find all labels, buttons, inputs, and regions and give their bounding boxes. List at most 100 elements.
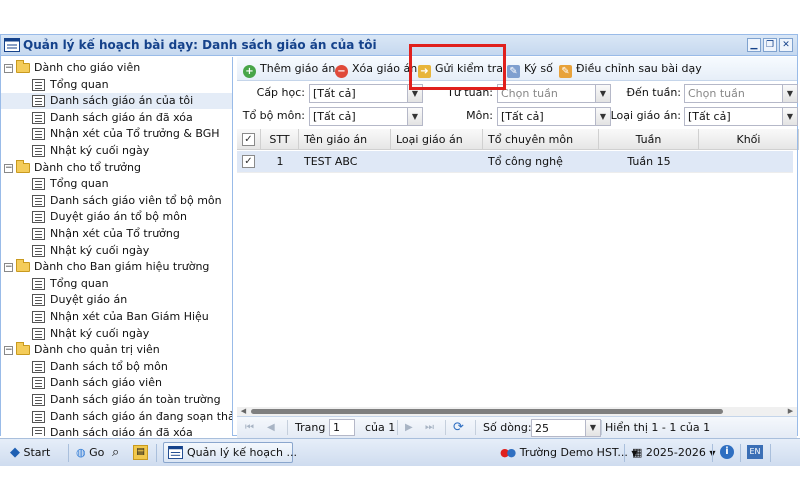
sidebar-item-label: Tổng quan <box>50 177 109 191</box>
language-button[interactable]: EN <box>747 445 763 459</box>
sidebar-item[interactable]: Nhận xét của Tổ trưởng <box>1 226 232 242</box>
page-icon <box>32 95 45 108</box>
sidebar-item[interactable]: Danh sách giáo án đã xóa <box>1 425 232 436</box>
tree-group[interactable]: − Dành cho giáo viên <box>1 60 232 76</box>
chevron-down-icon[interactable]: ▼ <box>595 85 610 102</box>
annotation-highlight-box <box>409 44 506 90</box>
page-icon <box>32 194 45 207</box>
adjust-after-lesson-button[interactable]: ✎ Điều chỉnh sau bài dạy <box>559 61 702 78</box>
col-loai[interactable]: Loại giáo án <box>391 129 483 150</box>
first-page-icon[interactable]: ⏮ <box>245 420 254 436</box>
refresh-icon[interactable]: ⟳ <box>453 420 464 436</box>
collapse-icon[interactable]: − <box>4 346 13 356</box>
scroll-thumb[interactable] <box>251 409 723 414</box>
sidebar-item[interactable]: Danh sách giáo án đang soạn thảo <box>1 409 232 425</box>
last-page-icon[interactable]: ⏭ <box>425 420 434 436</box>
taskbar-window-button[interactable]: Quản lý kế hoạch ... <box>163 442 297 463</box>
collapse-icon[interactable]: − <box>4 64 13 73</box>
sidebar-item-label: Danh sách giáo viên tổ bộ môn <box>50 193 222 207</box>
add-lesson-button[interactable]: + Thêm giáo án <box>243 61 335 78</box>
start-button[interactable]: ◆ Start <box>10 445 50 461</box>
delete-lesson-button[interactable]: − Xóa giáo án <box>335 61 417 78</box>
tree-group[interactable]: − Dành cho tổ trưởng <box>1 159 232 176</box>
col-stt[interactable]: STT <box>261 129 299 150</box>
tree-group[interactable]: − Dành cho quản trị viên <box>1 342 232 358</box>
page-icon <box>32 311 45 323</box>
to-bo-mon-label: Tổ bộ môn: <box>242 109 305 122</box>
page-input[interactable]: 1 <box>329 419 355 436</box>
chevron-down-icon[interactable]: ▼ <box>782 85 797 102</box>
sidebar-item[interactable]: Danh sách giáo viên <box>1 375 232 391</box>
rows-per-page-select[interactable]: 25 ▼ <box>531 419 601 437</box>
cell-tuan: Tuần 15 <box>627 155 671 168</box>
sidebar-item-label: Duyệt giáo án <box>50 293 128 307</box>
den-tuan-select[interactable]: Chọn tuần ▼ <box>684 84 798 103</box>
sidebar-item[interactable]: Nhận xét của Tổ trưởng & BGH <box>1 126 232 142</box>
sidebar-item[interactable]: Danh sách giáo viên tổ bộ môn <box>1 193 232 209</box>
chevron-down-icon[interactable]: ▼ <box>782 108 797 125</box>
select-all-checkbox[interactable]: ✓ <box>242 133 255 146</box>
grid-header: ✓ STT Tên giáo án Loại giáo án Tổ chuyên… <box>237 129 799 150</box>
chevron-down-icon[interactable]: ▼ <box>595 108 610 125</box>
close-icon[interactable]: ✕ <box>779 38 793 52</box>
page-icon <box>32 410 45 423</box>
col-tuan[interactable]: Tuần <box>599 129 699 150</box>
horizontal-scrollbar[interactable]: ◀ ▶ <box>237 407 797 416</box>
sidebar-item[interactable]: Danh sách giáo án đã xóa <box>1 110 232 126</box>
collapse-icon[interactable]: − <box>4 163 13 173</box>
school-selector[interactable]: ●● Trường Demo HST... ▼ <box>500 445 638 461</box>
prev-page-icon[interactable]: ◀ <box>267 420 275 436</box>
digital-sign-button[interactable]: ✎ Ký số <box>507 61 553 78</box>
go-button[interactable]: ◍ Go <box>76 445 104 461</box>
collapse-icon[interactable]: − <box>4 263 13 273</box>
sidebar-item[interactable]: Nhật ký cuối ngày <box>1 243 232 259</box>
cap-hoc-label: Cấp học: <box>256 86 305 99</box>
scroll-right-icon[interactable]: ▶ <box>786 407 795 416</box>
page-icon <box>32 178 45 191</box>
col-to[interactable]: Tổ chuyên môn <box>483 129 599 150</box>
info-icon[interactable]: i <box>720 445 734 459</box>
sidebar-item[interactable]: Duyệt giáo án tổ bộ môn <box>1 209 232 225</box>
chevron-down-icon[interactable]: ▼ <box>585 420 600 436</box>
sidebar-item[interactable]: Tổng quan <box>1 276 232 292</box>
cap-hoc-select[interactable]: [Tất cả] ▼ <box>309 84 423 103</box>
window-titlebar: Quản lý kế hoạch bài dạy: Danh sách giáo… <box>1 35 797 56</box>
divider <box>68 444 69 462</box>
next-page-icon[interactable]: ▶ <box>405 420 413 436</box>
tree-group[interactable]: − Dành cho Ban giám hiệu trường <box>1 259 232 275</box>
chevron-down-icon[interactable]: ▼ <box>407 108 422 125</box>
minimize-icon[interactable]: ▁ <box>747 38 761 52</box>
sidebar-item[interactable]: Nhật ký cuối ngày <box>1 143 232 159</box>
to-bo-mon-select[interactable]: [Tất cả] ▼ <box>309 107 423 126</box>
sidebar-item[interactable]: Tổng quan <box>1 176 232 192</box>
col-ten[interactable]: Tên giáo án <box>299 129 391 150</box>
sidebar-item[interactable]: Tổng quan <box>1 77 232 93</box>
year-selector[interactable]: ▦ 2025-2026 ▼ <box>632 445 716 461</box>
sidebar-item-label: Danh sách tổ bộ môn <box>50 359 168 373</box>
table-row[interactable]: ✓ 1 TEST ABC Tổ công nghệ Tuần 15 <box>237 151 793 173</box>
divider <box>156 444 157 462</box>
scroll-left-icon[interactable]: ◀ <box>239 407 248 416</box>
col-khoi[interactable]: Khối <box>699 129 799 150</box>
mon-select[interactable]: [Tất cả] ▼ <box>497 107 611 126</box>
search-icon[interactable]: ⌕ <box>112 445 119 461</box>
sidebar-item[interactable]: Duyệt giáo án <box>1 292 232 308</box>
sidebar-item[interactable]: Danh sách giáo án toàn trường <box>1 392 232 408</box>
globe-icon: ◍ <box>76 446 86 459</box>
row-checkbox[interactable]: ✓ <box>242 155 255 168</box>
calendar-icon: ▦ <box>632 446 643 459</box>
restore-icon[interactable]: ❐ <box>763 38 777 52</box>
den-tuan-label: Đến tuần: <box>626 86 681 99</box>
loai-select[interactable]: [Tất cả] ▼ <box>684 107 798 126</box>
sidebar-item[interactable]: Nhật ký cuối ngày <box>1 326 232 342</box>
folder-icon <box>16 60 30 73</box>
tu-tuan-select[interactable]: Chọn tuần ▼ <box>497 84 611 103</box>
sidebar-item[interactable]: Danh sách giáo án của tôi <box>1 93 232 110</box>
sidebar-item[interactable]: Danh sách tổ bộ môn <box>1 359 232 375</box>
page-icon <box>32 377 45 390</box>
cell-khoi <box>699 151 799 173</box>
divider <box>712 444 713 462</box>
sidebar-item[interactable]: Nhận xét của Ban Giám Hiệu <box>1 309 232 325</box>
sidebar-item-label: Nhận xét của Ban Giám Hiệu <box>50 310 209 323</box>
document-icon[interactable]: ▤ <box>133 445 148 460</box>
